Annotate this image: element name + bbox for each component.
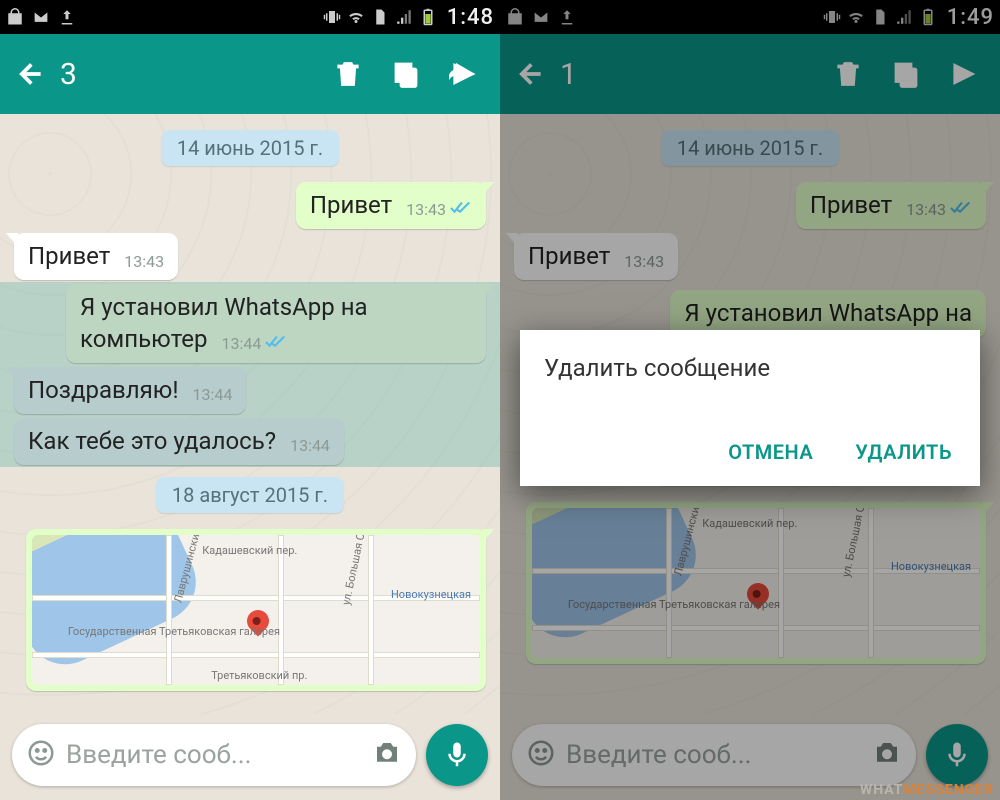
message-time: 13:43	[624, 252, 664, 273]
battery-icon	[919, 8, 937, 26]
sim-icon	[371, 8, 389, 26]
message-in[interactable]: Привет 13:43	[514, 233, 678, 280]
message-time: 13:43	[124, 252, 164, 273]
message-text: Привет	[28, 242, 110, 270]
wifi-icon	[347, 8, 365, 26]
message-input[interactable]: Введите сооб...	[512, 724, 916, 786]
message-out[interactable]: Привет 13:43	[796, 182, 986, 229]
date-divider: 18 август 2015 г.	[156, 477, 344, 513]
copy-button[interactable]	[386, 54, 426, 94]
forward-button[interactable]	[944, 54, 984, 94]
vibrate-icon	[323, 8, 341, 26]
message-text: Я установил WhatsApp на	[684, 299, 972, 327]
voice-record-button[interactable]	[426, 724, 488, 786]
chat-area[interactable]: 14 июнь 2015 г. Привет 13:43 Привет 13:4…	[0, 114, 500, 714]
phone-left: 1:48 3 14 июнь 2015 г. Привет 13:43 Прив…	[0, 0, 500, 800]
map-label: Новокузнецкая	[391, 588, 471, 601]
input-placeholder: Введите сооб...	[566, 740, 862, 770]
message-text: Поздравляю!	[28, 376, 179, 404]
read-ticks-icon	[265, 334, 287, 355]
message-time: 13:44	[193, 385, 233, 406]
emoji-icon[interactable]	[26, 738, 56, 772]
message-time: 13:44	[221, 334, 261, 355]
forward-button[interactable]	[444, 54, 484, 94]
back-button[interactable]	[10, 54, 50, 94]
battery-icon	[419, 8, 437, 26]
message-time: 13:43	[406, 200, 446, 221]
camera-icon[interactable]	[372, 738, 402, 772]
upload-icon	[558, 8, 576, 26]
shopping-bag-icon	[6, 8, 24, 26]
message-time: 13:43	[906, 200, 946, 221]
signal-icon	[895, 8, 913, 26]
status-bar: 1:49	[500, 0, 1000, 34]
gmail-icon	[32, 8, 50, 26]
vibrate-icon	[823, 8, 841, 26]
location-message[interactable]: Лаврушинский пер. Кадашевский пер. ул. Б…	[26, 529, 486, 691]
upload-icon	[58, 8, 76, 26]
message-text: Как тебе это удалось?	[28, 427, 276, 455]
date-divider: 14 июнь 2015 г.	[661, 130, 839, 166]
message-text: Привет	[310, 191, 392, 219]
input-placeholder: Введите сооб...	[66, 740, 362, 770]
action-bar: 1	[500, 34, 1000, 114]
message-in-selected[interactable]: Как тебе это удалось? 13:44	[14, 418, 344, 465]
action-bar: 3	[0, 34, 500, 114]
selection-count: 1	[560, 57, 822, 92]
input-bar: Введите сооб...	[0, 714, 500, 800]
message-out-selected[interactable]: Я установил WhatsApp на компьютер 13:44	[66, 284, 486, 362]
dialog-title: Удалить сообщение	[544, 354, 956, 382]
cancel-button[interactable]: ОТМЕНА	[724, 432, 817, 472]
map-thumbnail[interactable]: Лаврушинский пер. Кадашевский пер. ул. Б…	[32, 535, 480, 685]
sim-icon	[871, 8, 889, 26]
map-label: Новокузнецкая	[891, 560, 971, 573]
message-time: 13:44	[290, 436, 330, 457]
signal-icon	[395, 8, 413, 26]
delete-button[interactable]	[328, 54, 368, 94]
wifi-icon	[847, 8, 865, 26]
message-input[interactable]: Введите сооб...	[12, 724, 416, 786]
emoji-icon[interactable]	[526, 738, 556, 772]
selection-count: 3	[60, 57, 322, 92]
map-label: Третьяковский пр.	[211, 669, 307, 682]
read-ticks-icon	[450, 200, 472, 221]
map-thumbnail[interactable]: Лаврушинский пер. Кадашевский пер. ул. Б…	[532, 508, 980, 658]
status-clock: 1:48	[447, 5, 494, 30]
back-button[interactable]	[510, 54, 550, 94]
message-out[interactable]: Привет 13:43	[296, 182, 486, 229]
message-text: Привет	[810, 191, 892, 219]
shopping-bag-icon	[506, 8, 524, 26]
phone-right: 1:49 1 14 июнь 2015 г. Привет 13:43 Прив…	[500, 0, 1000, 800]
delete-button[interactable]	[828, 54, 868, 94]
map-label: Государственная Третьяковская галерея	[68, 625, 280, 638]
camera-icon[interactable]	[872, 738, 902, 772]
delete-dialog: Удалить сообщение ОТМЕНА УДАЛИТЬ	[520, 330, 980, 486]
voice-record-button[interactable]	[926, 724, 988, 786]
map-label: Кадашевский пер.	[702, 517, 797, 530]
read-ticks-icon	[950, 200, 972, 221]
watermark: WHATMESSENGER	[860, 782, 994, 798]
message-in-selected[interactable]: Поздравляю! 13:44	[14, 367, 246, 414]
copy-button[interactable]	[886, 54, 926, 94]
map-label: Государственная Третьяковская галерея	[568, 598, 780, 611]
date-divider: 14 июнь 2015 г.	[161, 130, 339, 166]
map-label: Кадашевский пер.	[202, 544, 297, 557]
confirm-delete-button[interactable]: УДАЛИТЬ	[851, 432, 956, 472]
location-message[interactable]: Лаврушинский пер. Кадашевский пер. ул. Б…	[526, 502, 986, 664]
message-in[interactable]: Привет 13:43	[14, 233, 178, 280]
message-text: Привет	[528, 242, 610, 270]
status-bar: 1:48	[0, 0, 500, 34]
gmail-icon	[532, 8, 550, 26]
status-clock: 1:49	[947, 5, 994, 30]
